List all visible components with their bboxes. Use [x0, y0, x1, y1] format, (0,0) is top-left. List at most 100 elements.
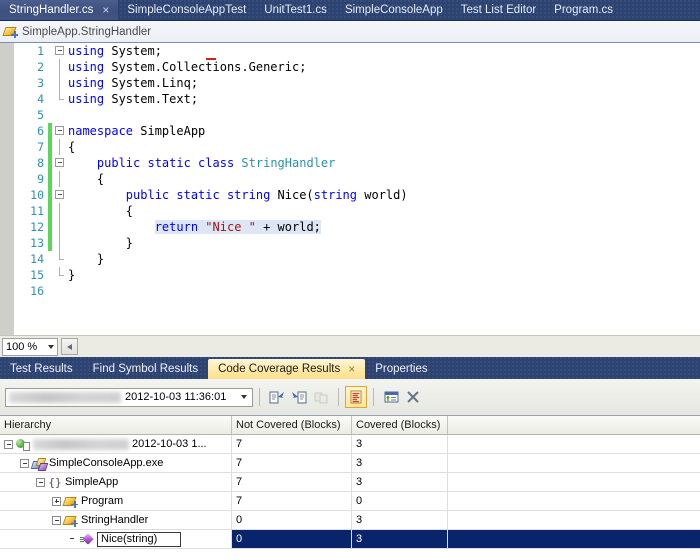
assembly-icon [30, 457, 49, 471]
code-line[interactable]: 2 using System.Collections.Generic; [14, 59, 700, 75]
collapse-node-icon[interactable] [36, 477, 45, 487]
code-line[interactable]: 5 [14, 107, 700, 123]
code-text: { [68, 139, 700, 155]
document-tab-simpleconsoleapptest[interactable]: SimpleConsoleAppTest [118, 0, 255, 20]
table-row[interactable]: StringHandler 0 3 [0, 511, 700, 530]
collapse-outline-icon[interactable] [55, 126, 64, 135]
outlining-margin[interactable] [52, 235, 68, 251]
export-results-button[interactable] [266, 386, 288, 408]
covered-blocks-cell: 0 [352, 492, 448, 510]
collapse-node-icon[interactable] [52, 515, 61, 525]
code-line[interactable]: 10 public static string Nice(string worl… [14, 187, 700, 203]
show-code-coverage-coloring-button[interactable] [345, 386, 367, 408]
hierarchy-label-editor[interactable]: Nice(string) [97, 531, 181, 547]
outlining-margin[interactable] [52, 171, 68, 187]
collapse-node-icon[interactable] [4, 439, 13, 449]
hierarchy-cell[interactable]: {} SimpleApp [0, 473, 232, 491]
code-editor[interactable]: 1 using System; 2 using System.Collections.… [0, 43, 700, 335]
tool-tab-label: Find Symbol Results [92, 363, 199, 375]
outlining-margin[interactable] [52, 155, 68, 171]
outlining-margin[interactable] [52, 251, 68, 267]
grid-body[interactable]: 2012-10-03 1... 7 3 SimpleConsoleApp.exe 7 3{… [0, 435, 700, 549]
not-covered-blocks-cell: 7 [232, 473, 352, 491]
outlining-margin[interactable] [52, 75, 68, 91]
code-line[interactable]: 3 using System.Linq; [14, 75, 700, 91]
code-line[interactable]: 12 return "Nice " + world; [14, 219, 700, 235]
code-line[interactable]: 16 [14, 283, 700, 299]
hierarchy-label: SimpleApp [65, 476, 119, 488]
outlining-margin[interactable] [52, 43, 68, 59]
outlining-margin[interactable] [52, 187, 68, 203]
code-text: public static string Nice(string world) [68, 187, 700, 203]
outlining-margin[interactable] [52, 219, 68, 235]
close-icon[interactable]: × [102, 4, 109, 16]
add-remove-columns-button[interactable] [380, 386, 402, 408]
code-coverage-results-grid[interactable]: Hierarchy Not Covered (Blocks) Covered (Bl… [0, 416, 700, 560]
navigation-bar-type-label[interactable]: SimpleApp.StringHandler [22, 26, 151, 38]
code-line[interactable]: 4 using System.Text; [14, 91, 700, 107]
class-icon [2, 25, 18, 38]
code-line[interactable]: 15} [14, 267, 700, 283]
code-token: } [68, 268, 76, 282]
column-header-hierarchy[interactable]: Hierarchy [0, 416, 232, 434]
collapse-outline-icon[interactable] [55, 46, 64, 55]
table-row[interactable]: {} SimpleApp 7 3 [0, 473, 700, 492]
document-tab-program-cs[interactable]: Program.cs [545, 0, 622, 20]
expand-node-icon[interactable] [52, 496, 61, 506]
editor-text-area[interactable]: 1 using System; 2 using System.Collections.… [14, 43, 700, 335]
code-token: namespace [68, 124, 134, 138]
code-line[interactable]: 8 public static class StringHandler [14, 155, 700, 171]
outlining-margin[interactable] [52, 139, 68, 155]
horizontal-scroll-left-button[interactable] [61, 338, 78, 355]
table-row[interactable]: SimpleConsoleApp.exe 7 3 [0, 454, 700, 473]
code-line[interactable]: 9 { [14, 171, 700, 187]
table-row[interactable]: 2012-10-03 1... 7 3 [0, 435, 700, 454]
code-line[interactable]: 13 } [14, 235, 700, 251]
collapse-outline-icon[interactable] [55, 158, 64, 167]
code-line[interactable]: 7{ [14, 139, 700, 155]
column-header-blank[interactable] [448, 416, 700, 434]
editor-selection-margin[interactable] [0, 43, 14, 335]
tool-tab-test-results[interactable]: Test Results [0, 359, 83, 379]
column-header-not-covered-blocks-[interactable]: Not Covered (Blocks) [232, 416, 352, 434]
code-line[interactable]: 1 using System; [14, 43, 700, 59]
column-header-covered-blocks-[interactable]: Covered (Blocks) [352, 416, 448, 434]
hierarchy-cell[interactable]: Nice(string) [0, 530, 232, 548]
tool-tab-code-coverage-results[interactable]: Code Coverage Results × [208, 359, 366, 379]
tool-tab-find-symbol-results[interactable]: Find Symbol Results [83, 359, 208, 379]
document-tab-stringhandler-cs[interactable]: StringHandler.cs × [0, 0, 119, 20]
hierarchy-cell[interactable]: SimpleConsoleApp.exe [0, 454, 232, 472]
collapse-node-icon[interactable] [20, 458, 29, 468]
hierarchy-cell[interactable]: 2012-10-03 1... [0, 435, 232, 453]
table-row[interactable]: Program 7 0 [0, 492, 700, 511]
outlining-margin[interactable] [52, 203, 68, 219]
document-tab-simpleconsoleapp[interactable]: SimpleConsoleApp [336, 0, 452, 20]
code-token: using [68, 44, 105, 58]
outlining-margin[interactable] [52, 59, 68, 75]
close-icon[interactable]: × [348, 363, 355, 375]
namespace-icon: {} [48, 475, 62, 489]
zoom-level-combobox[interactable]: 100 % [2, 337, 58, 356]
import-results-button[interactable] [288, 386, 310, 408]
code-text: } [68, 235, 700, 251]
outlining-margin[interactable] [52, 91, 68, 107]
outlining-margin[interactable] [52, 123, 68, 139]
code-token: public static class [96, 156, 235, 170]
outlining-margin[interactable] [52, 267, 68, 283]
coverage-run-selector[interactable]: 2012-10-03 11:36:01 [5, 387, 253, 407]
code-line[interactable]: 11 { [14, 203, 700, 219]
document-tab-test-list-editor[interactable]: Test List Editor [452, 0, 545, 20]
delete-results-button[interactable] [402, 386, 424, 408]
table-row[interactable]: Nice(string) 0 3 [0, 530, 700, 549]
tool-tab-properties[interactable]: Properties [365, 359, 437, 379]
outlining-margin[interactable] [52, 283, 68, 299]
document-tab-unittest1-cs[interactable]: UnitTest1.cs [255, 0, 336, 20]
not-covered-blocks-cell: 7 [232, 435, 352, 453]
outlining-margin[interactable] [52, 107, 68, 123]
collapse-outline-icon[interactable] [55, 190, 64, 199]
merge-results-button[interactable] [310, 386, 332, 408]
code-line[interactable]: 6 namespace SimpleApp [14, 123, 700, 139]
code-line[interactable]: 14 } [14, 251, 700, 267]
hierarchy-cell[interactable]: StringHandler [0, 511, 232, 529]
hierarchy-cell[interactable]: Program [0, 492, 232, 510]
